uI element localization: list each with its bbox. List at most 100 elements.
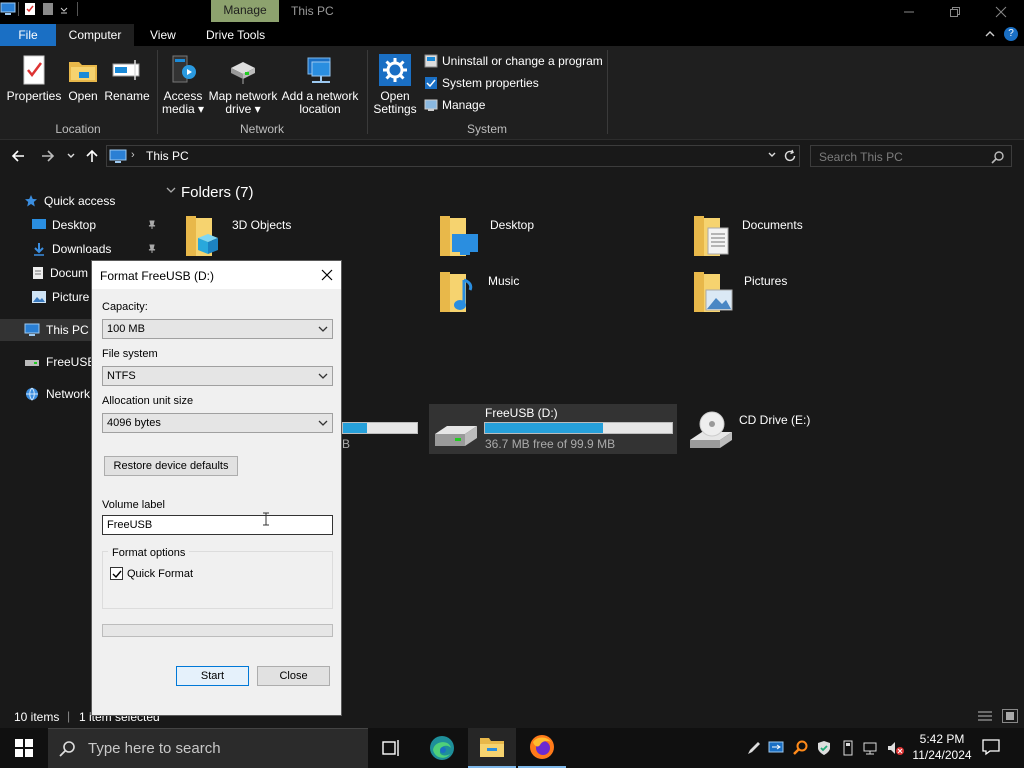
media-server-icon [167,54,199,86]
notifications-icon [982,739,1000,756]
manage-item[interactable]: Manage [424,96,485,114]
tab-drive-tools[interactable]: Drive Tools [206,24,265,46]
ribbon-separator [607,50,608,134]
folder-3d-objects[interactable]: 3D Objects [184,212,291,260]
forward-button[interactable] [40,148,56,164]
manage-context-tab[interactable]: Manage [211,0,279,22]
chevron-down-icon [318,326,328,332]
format-options-group [102,551,333,609]
usb-drive-icon [25,360,39,366]
format-dialog: Format FreeUSB (D:) Capacity: 100 MB Fil… [91,260,342,716]
action-center-button[interactable] [982,738,1000,756]
system-properties-item[interactable]: System properties [424,74,539,92]
breadcrumb-this-pc[interactable]: This PC [146,149,189,163]
allocation-size-select[interactable]: 4096 bytes [102,413,333,433]
capacity-label: Capacity: [102,301,148,313]
help-icon[interactable]: ? [1004,27,1018,41]
start-button[interactable]: Start [176,666,249,686]
group-label-network: Network [239,122,284,136]
nav-network[interactable]: Network [24,383,90,405]
network-drive-icon [227,54,259,86]
title-bar [0,0,1024,24]
nav-downloads[interactable]: Downloads [32,238,157,260]
dialog-close-button[interactable] [316,265,338,285]
properties-button[interactable]: Properties [6,54,62,103]
task-view-button[interactable] [368,728,416,768]
customize-qat-icon[interactable] [59,2,73,16]
tab-computer[interactable]: Computer [56,24,134,46]
folder-documents[interactable]: Documents [692,212,803,260]
restore-defaults-button[interactable]: Restore device defaults [104,456,238,476]
close-button[interactable]: Close [257,666,330,686]
close-window-button[interactable] [978,0,1024,24]
map-network-drive-button[interactable]: Map network drive ▾ [208,54,278,116]
pin-icon [148,220,156,229]
nav-documents[interactable]: Docum [32,262,88,284]
nav-freeusb[interactable]: FreeUSB [24,351,95,373]
drive-c-partial[interactable]: B [342,422,418,451]
rename-button[interactable]: Rename [104,54,150,103]
taskbar-clock[interactable]: 5:42 PM 11/24/2024 [906,731,978,763]
recent-locations-button[interactable] [66,152,76,160]
tab-file[interactable]: File [0,24,56,46]
taskbar-edge[interactable] [418,728,466,768]
volume-label-input[interactable]: FreeUSB [102,515,333,535]
quick-access-toolbar [0,2,78,16]
network-globe-icon [26,387,38,401]
taskbar-file-explorer[interactable] [468,728,516,768]
tray-network-icon[interactable] [862,740,878,756]
folder-pictures[interactable]: Pictures [692,268,787,316]
refresh-button[interactable] [783,149,797,163]
file-system-label: File system [102,348,158,360]
folders-section-header: Folders (7) [181,184,254,201]
search-input[interactable]: Search This PC [810,145,1012,167]
tray-security-shield-icon[interactable] [816,740,832,756]
quick-format-checkbox[interactable]: Quick Format [110,567,193,580]
chevron-down-icon [318,420,328,426]
folders-collapse-toggle[interactable] [166,186,176,194]
properties-icon[interactable] [23,2,37,16]
back-button[interactable] [10,148,26,164]
capacity-select[interactable]: 100 MB [102,319,333,339]
search-placeholder: Search This PC [819,150,903,164]
file-system-select[interactable]: NTFS [102,366,333,386]
add-network-location-button[interactable]: Add a network location [280,54,360,116]
nav-this-pc[interactable]: This PC [24,319,89,341]
open-settings-button[interactable]: Open Settings [372,54,418,116]
nav-desktop[interactable]: Desktop [32,214,157,236]
address-bar[interactable]: › This PC [106,145,800,167]
tray-remote-icon[interactable] [768,740,784,756]
nav-pictures[interactable]: Picture [32,286,89,308]
new-folder-icon[interactable] [41,2,55,16]
taskbar-firefox[interactable] [518,728,566,768]
uninstall-program-item[interactable]: Uninstall or change a program [424,52,603,70]
restore-button[interactable] [932,0,978,24]
folder-music[interactable]: Music [438,268,519,316]
tray-usb-eject-icon[interactable] [840,740,856,756]
tray-search-tool-icon[interactable] [792,740,808,756]
taskbar-search-box[interactable]: Type here to search [48,728,368,768]
folder-desktop[interactable]: Desktop [438,212,534,260]
this-pc-icon[interactable] [0,2,16,16]
up-button[interactable] [84,148,100,164]
tray-volume-muted-icon[interactable] [886,740,904,756]
large-icons-view-button[interactable] [1002,709,1018,723]
star-icon [25,195,37,207]
nav-quick-access[interactable]: Quick access [24,190,115,212]
drive-cd-e[interactable]: CD Drive (E:) [686,404,816,454]
tab-view[interactable]: View [150,24,176,46]
access-media-button[interactable]: Access media ▾ [160,54,206,116]
tray-pen-icon[interactable] [746,740,762,756]
open-button[interactable]: Open [64,54,102,103]
music-folder-icon [440,272,473,312]
minimize-button[interactable] [886,0,932,24]
start-button[interactable] [0,728,48,768]
drive-freeusb-d[interactable]: FreeUSB (D:) 36.7 MB free of 99.9 MB [429,404,677,454]
collapse-ribbon-icon[interactable] [984,28,996,40]
dialog-title: Format FreeUSB (D:) [100,269,215,283]
pin-icon [148,244,156,253]
computer-management-icon [424,98,438,112]
address-history-dropdown[interactable] [767,151,777,159]
checkmark-icon [110,567,123,580]
details-view-button[interactable] [978,710,992,722]
